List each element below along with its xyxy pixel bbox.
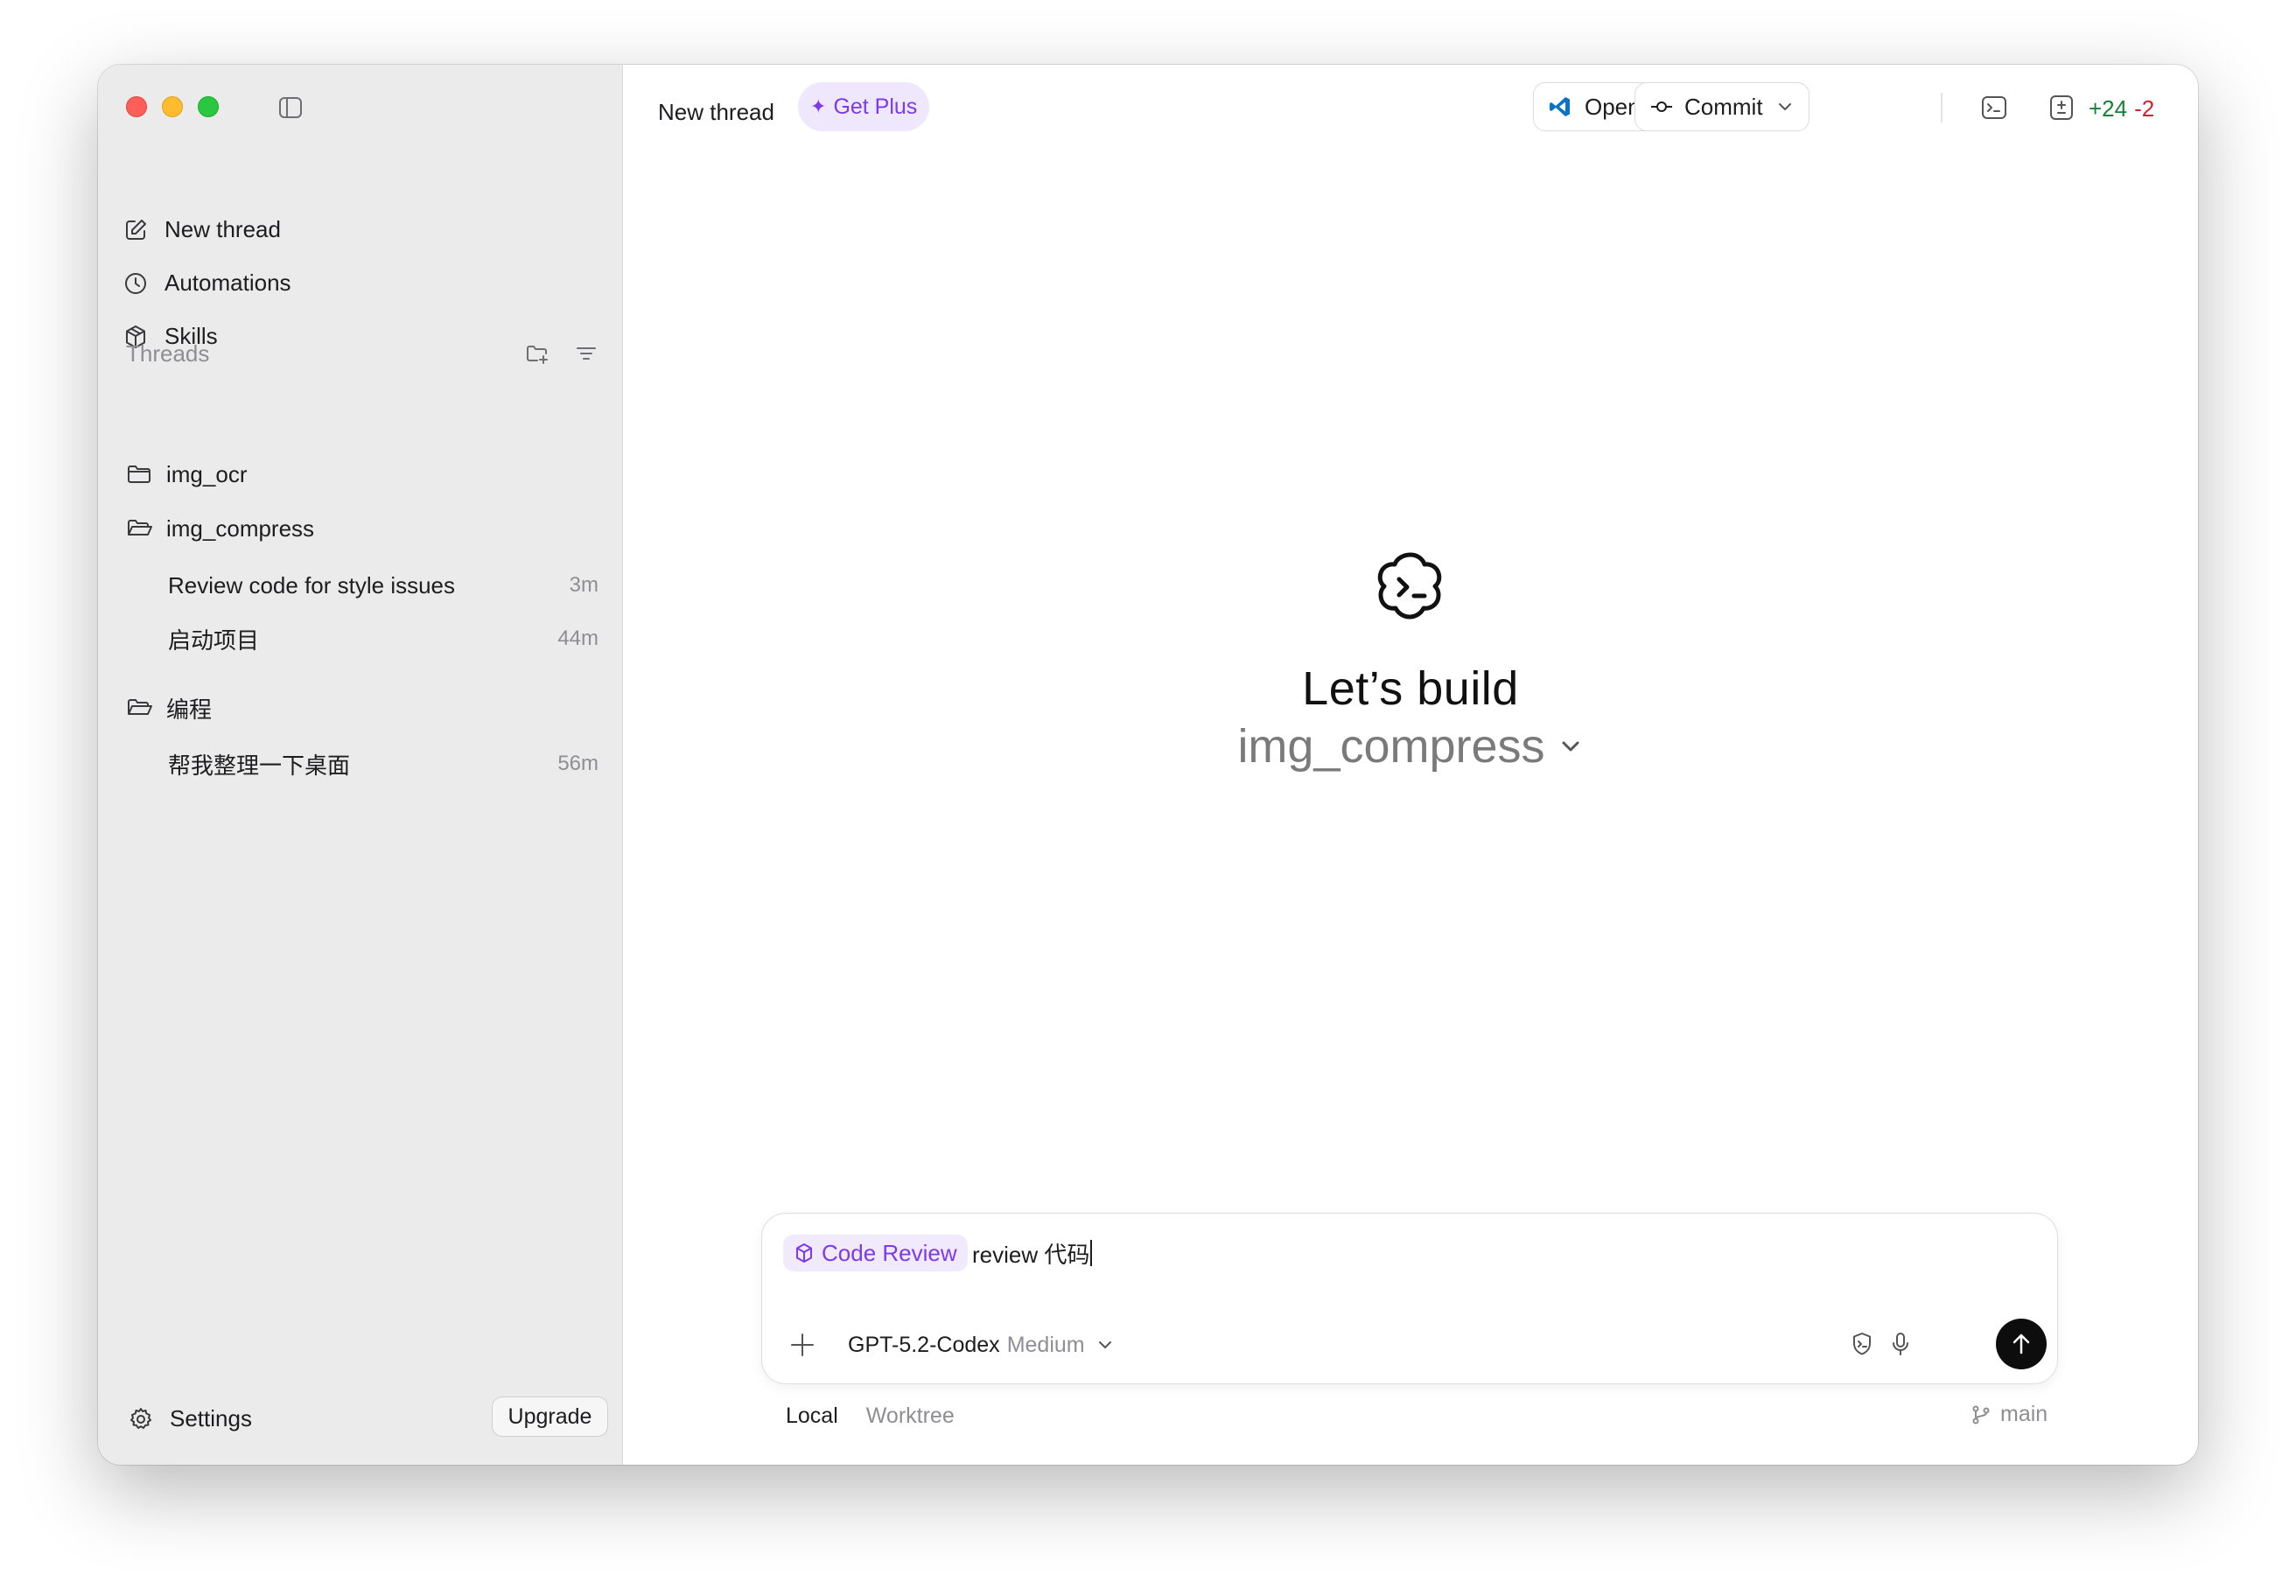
zoom-window-button[interactable] — [198, 96, 219, 117]
hero-title: Let’s build — [1302, 662, 1519, 715]
sidebar-item-label: Automations — [164, 270, 291, 296]
diff-additions: +24 — [2089, 94, 2128, 122]
diff-stats: +24 -2 — [2089, 91, 2154, 126]
arrow-up-icon — [2012, 1334, 2030, 1354]
filter-icon[interactable] — [574, 341, 598, 366]
thread-item[interactable]: 帮我整理一下桌面 56m — [168, 739, 598, 788]
vscode-icon — [1550, 97, 1570, 116]
folder-label: img_ocr — [166, 460, 248, 487]
message-text: review 代码 — [972, 1241, 1090, 1268]
agent-mode-icon[interactable] — [1847, 1329, 1877, 1359]
model-selector[interactable]: GPT-5.2-Codex Medium — [848, 1326, 1115, 1364]
skill-chip-label: Code Review — [822, 1239, 957, 1266]
chevron-down-icon — [1562, 741, 1579, 752]
diff-icon[interactable] — [2047, 93, 2076, 122]
codex-logo-icon — [1377, 552, 1442, 620]
composer: Code Review review 代码 GPT-5.2-Codex Medi… — [761, 1213, 2058, 1384]
settings-button[interactable]: Settings — [128, 1405, 252, 1432]
thread-time: 44m — [557, 626, 598, 650]
tab-worktree[interactable]: Worktree — [866, 1404, 955, 1429]
project-name: img_compress — [1237, 720, 1545, 773]
threads-title: Threads — [126, 340, 210, 367]
model-effort: Medium — [1006, 1332, 1085, 1357]
chevron-down-icon — [1778, 103, 1791, 110]
skill-chip[interactable]: Code Review — [783, 1235, 968, 1271]
empty-state-hero: Let’s build img_compress — [623, 546, 2198, 774]
settings-label: Settings — [170, 1405, 252, 1432]
thread-item[interactable]: 启动项目 44m — [168, 614, 598, 663]
threads-actions — [525, 341, 598, 366]
git-branch-icon — [1972, 1405, 1990, 1424]
message-input[interactable]: review 代码 — [972, 1235, 1093, 1271]
chevron-down-icon — [1098, 1341, 1111, 1348]
edit-icon — [126, 219, 146, 240]
thread-time: 3m — [569, 573, 598, 597]
sidebar-item-new-thread[interactable]: New thread — [122, 203, 612, 256]
thread-time: 56m — [557, 752, 598, 775]
get-plus-label: Get Plus — [833, 94, 918, 119]
folder-label: 编程 — [166, 696, 213, 723]
sidebar-item-automations[interactable]: Automations — [122, 256, 612, 310]
threads-header: Threads — [126, 327, 598, 380]
new-folder-icon[interactable] — [525, 341, 550, 366]
gear-icon — [130, 1407, 151, 1429]
send-button[interactable] — [1996, 1319, 2047, 1369]
close-window-button[interactable] — [126, 96, 147, 117]
model-name: GPT-5.2-Codex — [848, 1332, 1000, 1357]
window-controls — [126, 96, 219, 117]
tab-local[interactable]: Local — [786, 1404, 838, 1429]
folder-label: img_compress — [166, 514, 315, 542]
sidebar-toggle-icon[interactable] — [278, 96, 303, 119]
main-panel: New thread ✦ Get Plus Open Commit +24 -2… — [623, 65, 2198, 1465]
commit-label: Commit — [1684, 93, 1763, 120]
cube-icon — [796, 1243, 812, 1263]
branch-name: main — [2000, 1402, 2048, 1426]
folder-open-icon — [128, 699, 152, 715]
get-plus-button[interactable]: ✦ Get Plus — [798, 82, 930, 131]
toolbar-divider — [1941, 93, 1942, 122]
app-window: New thread Automations Skills Threads im… — [98, 65, 2198, 1465]
commit-button[interactable]: Commit — [1634, 82, 1810, 131]
add-attachment-icon[interactable] — [787, 1329, 818, 1361]
folder-icon — [128, 466, 150, 483]
minimize-window-button[interactable] — [162, 96, 183, 117]
clock-icon — [125, 272, 146, 294]
open-label: Open — [1585, 93, 1641, 120]
upgrade-button[interactable]: Upgrade — [492, 1396, 608, 1437]
terminal-icon[interactable] — [1979, 93, 2009, 122]
sidebar: New thread Automations Skills Threads im… — [98, 65, 623, 1465]
git-commit-icon — [1651, 102, 1672, 112]
folder-programming[interactable]: 编程 — [126, 686, 212, 730]
thread-title: Review code for style issues — [168, 571, 456, 598]
thread-title: 帮我整理一下桌面 — [168, 752, 351, 779]
folder-img-compress[interactable]: img_compress — [126, 507, 314, 550]
thread-item[interactable]: Review code for style issues 3m — [168, 561, 598, 610]
environment-tabs: Local Worktree — [786, 1404, 955, 1429]
project-selector[interactable]: img_compress — [1237, 719, 1583, 774]
folder-img-ocr[interactable]: img_ocr — [126, 452, 247, 496]
sidebar-item-label: New thread — [164, 216, 281, 242]
branch-selector[interactable]: main — [1970, 1402, 2048, 1427]
sparkle-icon: ✦ — [810, 95, 827, 117]
text-caret — [1090, 1240, 1093, 1266]
folder-open-icon — [128, 520, 152, 536]
diff-deletions: -2 — [2134, 94, 2155, 122]
page-title: New thread — [658, 98, 774, 125]
microphone-icon[interactable] — [1886, 1329, 1915, 1359]
thread-title: 启动项目 — [168, 626, 260, 654]
